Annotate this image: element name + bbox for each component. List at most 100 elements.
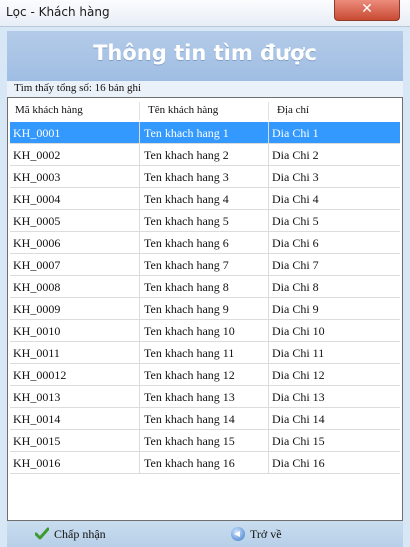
cell-divider [139,210,140,231]
cell-divider [139,188,140,209]
table-row[interactable]: KH_0009 Ten khach hang 9 Dia Chi 9 [10,298,400,320]
customer-code-cell: KH_0004 [13,192,61,206]
customer-code-cell: KH_0015 [13,434,61,448]
customer-code-cell: KH_0014 [13,412,61,426]
cell-divider [268,386,269,407]
cell-divider [139,364,140,385]
customer-code-cell: KH_0006 [13,236,61,250]
customer-name-cell: Ten khach hang 4 [144,192,229,206]
customer-address-cell: Dia Chi 7 [272,258,319,272]
customer-code-cell: KH_0002 [13,148,61,162]
customer-address-cell: Dia Chi 3 [272,170,319,184]
back-arrow-icon [231,527,245,541]
table-row[interactable]: KH_0008 Ten khach hang 8 Dia Chi 8 [10,276,400,298]
close-button[interactable]: ✕ [334,0,400,21]
customer-grid[interactable]: Mã khách hàng Tên khách hàng Địa chỉ KH_… [7,97,403,521]
customer-code-cell: KH_0003 [13,170,61,184]
customer-address-cell: Dia Chi 12 [272,368,325,382]
column-divider [268,102,269,120]
customer-address-cell: Dia Chi 15 [272,434,325,448]
cell-divider [268,122,269,143]
customer-name-cell: Ten khach hang 7 [144,258,229,272]
customer-name-cell: Ten khach hang 2 [144,148,229,162]
table-row[interactable]: KH_0016 Ten khach hang 16 Dia Chi 16 [10,452,400,474]
customer-code-cell: KH_0007 [13,258,61,272]
cell-divider [268,430,269,451]
cell-divider [139,320,140,341]
customer-name-cell: Ten khach hang 10 [144,324,235,338]
table-row[interactable]: KH_0014 Ten khach hang 14 Dia Chi 14 [10,408,400,430]
column-header-code[interactable]: Mã khách hàng [15,104,83,116]
customer-name-cell: Ten khach hang 15 [144,434,235,448]
customer-code-cell: KH_0005 [13,214,61,228]
cell-divider [139,232,140,253]
cell-divider [268,188,269,209]
customer-code-cell: KH_0001 [13,126,61,140]
table-row[interactable]: KH_0002 Ten khach hang 2 Dia Chi 2 [10,144,400,166]
table-row[interactable]: KH_0003 Ten khach hang 3 Dia Chi 3 [10,166,400,188]
cell-divider [139,430,140,451]
checkmark-icon [35,527,49,540]
customer-name-cell: Ten khach hang 1 [144,126,229,140]
cell-divider [268,408,269,429]
customer-address-cell: Dia Chi 4 [272,192,319,206]
table-row[interactable]: KH_0011 Ten khach hang 11 Dia Chi 11 [10,342,400,364]
customer-address-cell: Dia Chi 10 [272,324,325,338]
cell-divider [139,144,140,165]
cell-divider [268,364,269,385]
customer-name-cell: Ten khach hang 13 [144,390,235,404]
header-title: Thông tin tìm được [93,41,317,65]
customer-address-cell: Dia Chi 5 [272,214,319,228]
cell-divider [139,254,140,275]
back-button[interactable]: Trở về [231,524,282,544]
customer-address-cell: Dia Chi 6 [272,236,319,250]
cell-divider [268,144,269,165]
customer-name-cell: Ten khach hang 12 [144,368,235,382]
customer-code-cell: KH_0010 [13,324,61,338]
header-band: Thông tin tìm được [7,31,403,81]
customer-address-cell: Dia Chi 14 [272,412,325,426]
footer-bar: Chấp nhận Trở về [7,521,403,547]
dialog-body: Thông tin tìm được Tìm thấy tổng số: 16 … [0,27,410,547]
cell-divider [268,320,269,341]
cell-divider [139,386,140,407]
column-divider [139,102,140,120]
cell-divider [139,342,140,363]
column-header-address[interactable]: Địa chỉ [277,104,309,116]
cell-divider [268,342,269,363]
table-row[interactable]: KH_0006 Ten khach hang 6 Dia Chi 6 [10,232,400,254]
result-count-text: Tìm thấy tổng số: 16 bản ghi [14,82,142,94]
customer-name-cell: Ten khach hang 14 [144,412,235,426]
customer-name-cell: Ten khach hang 5 [144,214,229,228]
customer-address-cell: Dia Chi 13 [272,390,325,404]
customer-address-cell: Dia Chi 11 [272,346,325,360]
close-icon: ✕ [361,1,373,17]
table-row[interactable]: KH_00012 Ten khach hang 12 Dia Chi 12 [10,364,400,386]
accept-button-label: Chấp nhận [54,526,106,541]
table-row[interactable]: KH_0007 Ten khach hang 7 Dia Chi 7 [10,254,400,276]
cell-divider [139,408,140,429]
customer-name-cell: Ten khach hang 6 [144,236,229,250]
customer-address-cell: Dia Chi 16 [272,456,325,470]
table-row[interactable]: KH_0013 Ten khach hang 13 Dia Chi 13 [10,386,400,408]
customer-address-cell: Dia Chi 1 [272,126,319,140]
cell-divider [139,122,140,143]
column-header-name[interactable]: Tên khách hàng [148,104,218,116]
result-summary: Tìm thấy tổng số: 16 bản ghi [7,81,403,97]
customer-code-cell: KH_0009 [13,302,61,316]
cell-divider [268,254,269,275]
table-row[interactable]: KH_0001 Ten khach hang 1 Dia Chi 1 [10,122,400,144]
customer-address-cell: Dia Chi 9 [272,302,319,316]
table-row[interactable]: KH_0015 Ten khach hang 15 Dia Chi 15 [10,430,400,452]
table-row[interactable]: KH_0004 Ten khach hang 4 Dia Chi 4 [10,188,400,210]
cell-divider [139,166,140,187]
table-row[interactable]: KH_0010 Ten khach hang 10 Dia Chi 10 [10,320,400,342]
cell-divider [268,276,269,297]
customer-address-cell: Dia Chi 2 [272,148,319,162]
accept-button[interactable]: Chấp nhận [35,524,106,544]
cell-divider [268,210,269,231]
cell-divider [268,232,269,253]
customer-code-cell: KH_0016 [13,456,61,470]
customer-name-cell: Ten khach hang 9 [144,302,229,316]
table-row[interactable]: KH_0005 Ten khach hang 5 Dia Chi 5 [10,210,400,232]
